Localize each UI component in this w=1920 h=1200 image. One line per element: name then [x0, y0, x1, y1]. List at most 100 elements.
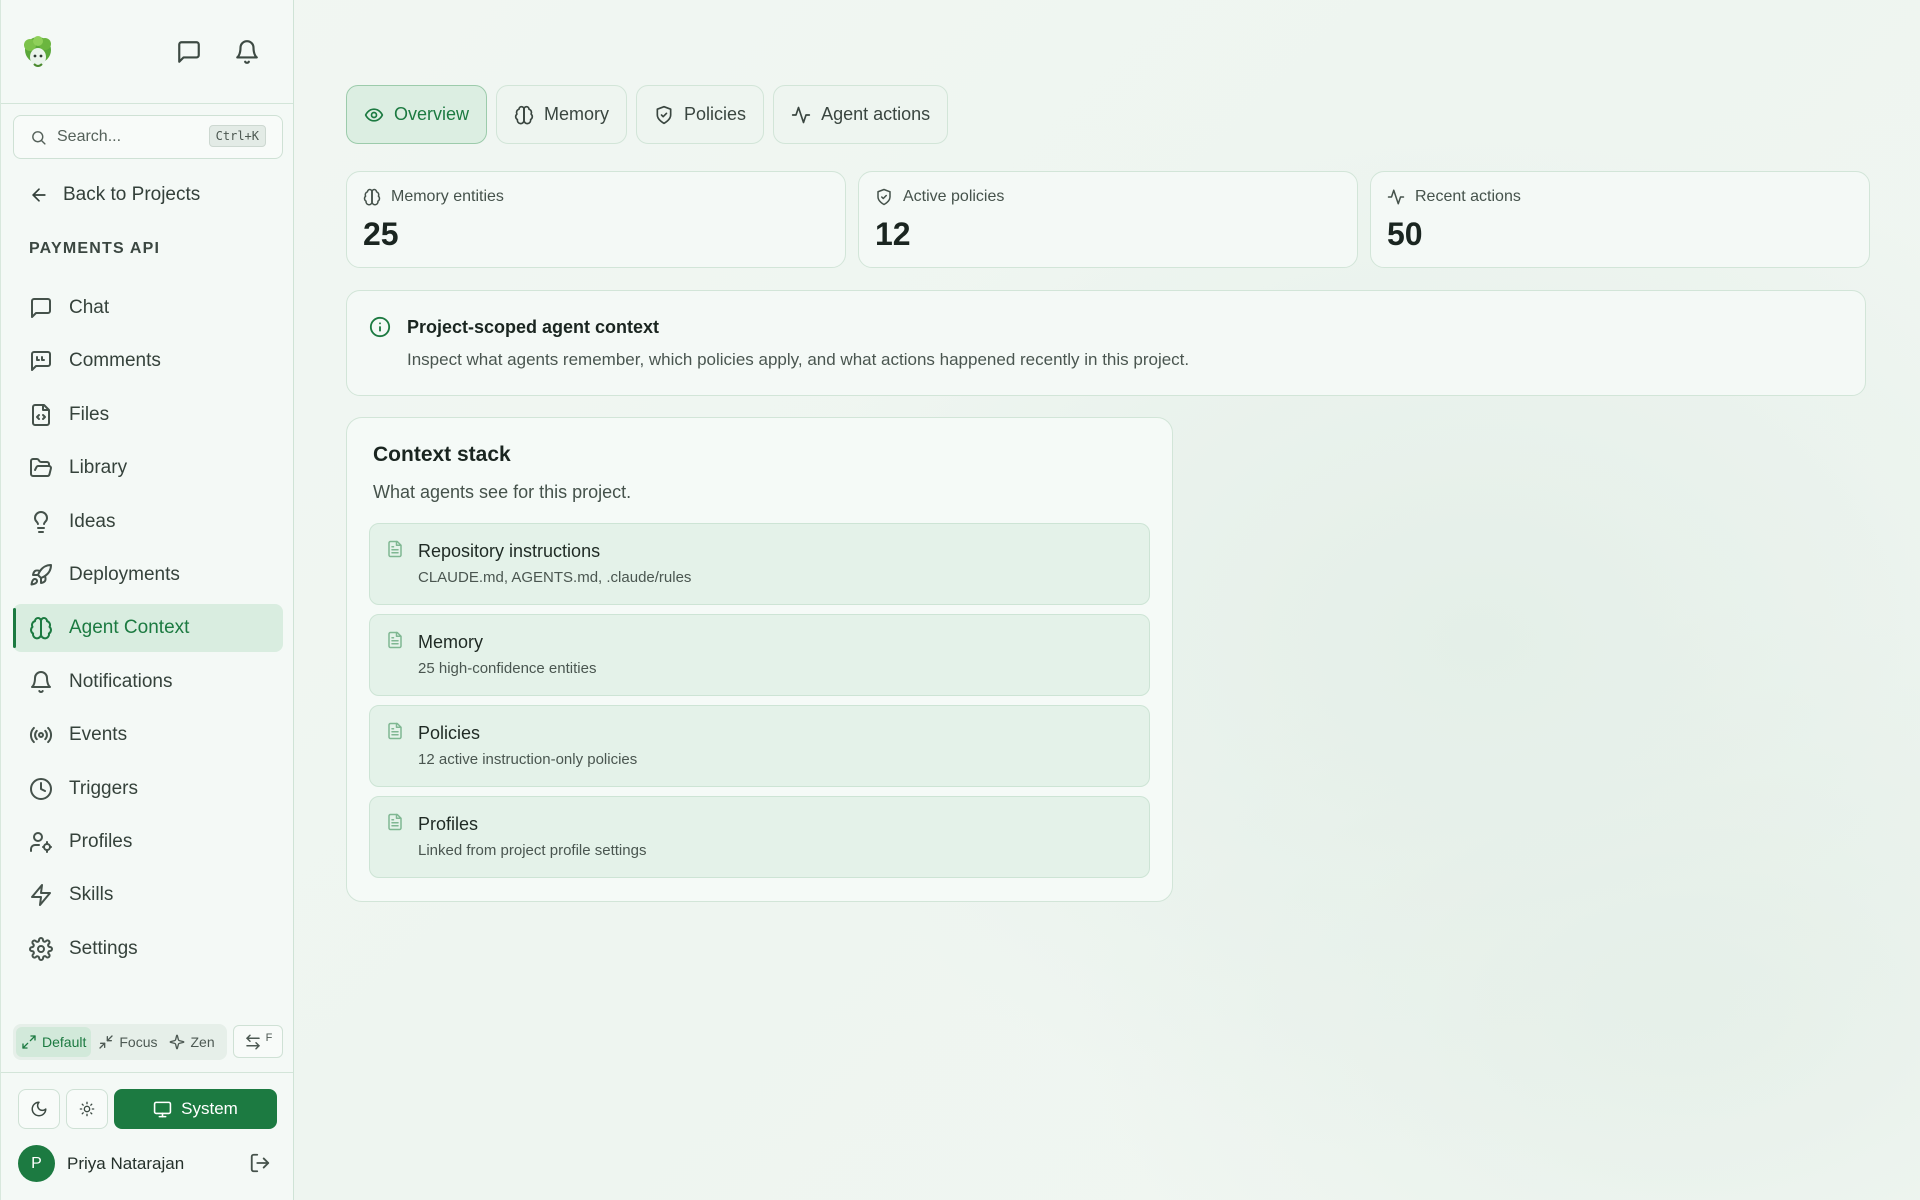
sidebar-item-library[interactable]: Library [13, 444, 283, 492]
back-to-projects-link[interactable]: Back to Projects [29, 184, 200, 206]
info-icon [369, 316, 391, 338]
context-item-detail: 12 active instruction-only policies [418, 751, 638, 768]
notifications-bell-icon[interactable] [234, 39, 260, 65]
activity-icon [1387, 188, 1405, 206]
shield-check-icon [654, 105, 674, 125]
stat-label: Memory entities [391, 188, 504, 205]
context-stack-title: Context stack [373, 443, 511, 466]
sidebar-item-comments[interactable]: Comments [13, 337, 283, 385]
expand-icon [21, 1034, 37, 1050]
stat-card-memory-entities: Memory entities 25 [346, 171, 846, 268]
info-banner: Project-scoped agent context Inspect wha… [346, 290, 1866, 396]
shield-check-icon [875, 188, 893, 206]
brain-icon [514, 105, 534, 125]
rocket-icon [29, 563, 53, 587]
sparkles-icon [169, 1034, 185, 1050]
stats-row: Memory entities 25 Active policies 12 Re… [346, 171, 1870, 268]
context-item-memory[interactable]: Memory 25 high-confidence entities [369, 614, 1150, 696]
mode-zen-button[interactable]: Zen [164, 1027, 219, 1057]
context-item-repository-instructions[interactable]: Repository instructions CLAUDE.md, AGENT… [369, 523, 1150, 605]
file-text-icon [386, 722, 404, 740]
shrink-icon [98, 1034, 114, 1050]
arrow-left-right-icon [244, 1033, 262, 1051]
mode-zen-label: Zen [190, 1034, 215, 1050]
context-item-detail: Linked from project profile settings [418, 842, 647, 859]
context-item-title: Repository instructions [418, 541, 601, 561]
logout-icon[interactable] [249, 1152, 271, 1174]
messages-icon[interactable] [176, 39, 202, 65]
stat-value: 50 [1387, 216, 1423, 252]
sidebar-item-label: Settings [69, 937, 138, 959]
context-stack-subtitle: What agents see for this project. [373, 482, 632, 502]
sidebar-item-chat[interactable]: Chat [13, 284, 283, 332]
folder-open-icon [29, 456, 53, 480]
search-icon [30, 129, 47, 146]
sidebar-item-profiles[interactable]: Profiles [13, 818, 283, 866]
bell-icon [29, 670, 53, 694]
app-logo[interactable] [21, 35, 55, 69]
swap-shortcut-key: F [265, 1031, 273, 1044]
project-name: PAYMENTS API [29, 240, 161, 257]
context-item-policies[interactable]: Policies 12 active instruction-only poli… [369, 705, 1150, 787]
dark-theme-button[interactable] [18, 1089, 60, 1129]
info-description: Inspect what agents remember, which poli… [407, 350, 1190, 369]
sidebar-item-files[interactable]: Files [13, 391, 283, 439]
arrow-left-icon [29, 185, 49, 205]
radio-icon [29, 723, 53, 747]
sidebar-item-events[interactable]: Events [13, 711, 283, 759]
sidebar-item-settings[interactable]: Settings [13, 925, 283, 973]
sidebar-item-label: Chat [69, 297, 110, 318]
context-tabs: Overview Memory Policies Agent actions [346, 85, 949, 144]
sun-icon [79, 1101, 95, 1117]
mode-focus-button[interactable]: Focus [93, 1027, 162, 1057]
brain-icon [363, 188, 381, 206]
sidebar-item-skills[interactable]: Skills [13, 871, 283, 919]
light-theme-button[interactable] [66, 1089, 108, 1129]
sidebar-nav: Chat Comments Files Library Ideas Deploy… [13, 284, 283, 978]
tab-agent-actions[interactable]: Agent actions [773, 85, 949, 144]
search-shortcut-badge: Ctrl+K [208, 125, 266, 147]
sidebar-item-label: Triggers [69, 777, 138, 799]
context-stack-list: Repository instructions CLAUDE.md, AGENT… [369, 523, 1150, 878]
file-text-icon [386, 540, 404, 558]
stat-value: 25 [363, 216, 399, 252]
swap-layout-button[interactable]: F [233, 1025, 283, 1058]
lightbulb-icon [29, 510, 53, 534]
system-theme-label: System [181, 1099, 238, 1118]
user-profile[interactable]: P Priya Natarajan [18, 1145, 184, 1182]
mode-default-button[interactable]: Default [16, 1027, 92, 1057]
context-item-profiles[interactable]: Profiles Linked from project profile set… [369, 796, 1150, 878]
tab-overview[interactable]: Overview [346, 85, 488, 144]
activity-icon [791, 105, 811, 125]
tab-label: Overview [394, 104, 470, 124]
context-item-detail: CLAUDE.md, AGENTS.md, .claude/rules [418, 569, 692, 586]
file-text-icon [386, 631, 404, 649]
back-label: Back to Projects [63, 184, 201, 205]
tab-label: Memory [544, 104, 610, 124]
sidebar-item-agent-context[interactable]: Agent Context [13, 604, 283, 653]
sidebar-item-label: Skills [69, 884, 114, 906]
stat-card-recent-actions: Recent actions 50 [1370, 171, 1870, 268]
sidebar-item-ideas[interactable]: Ideas [13, 498, 283, 546]
search-input[interactable]: Search... Ctrl+K [13, 115, 283, 159]
system-theme-button[interactable]: System [114, 1089, 277, 1129]
message-square-icon [29, 296, 53, 320]
tab-policies[interactable]: Policies [636, 85, 765, 144]
moon-icon [30, 1100, 48, 1118]
sidebar-item-label: Profiles [69, 830, 133, 852]
context-item-detail: 25 high-confidence entities [418, 660, 597, 677]
info-title: Project-scoped agent context [407, 317, 660, 337]
sidebar-item-triggers[interactable]: Triggers [13, 765, 283, 813]
search-placeholder: Search... [57, 128, 122, 145]
stat-label: Active policies [903, 188, 1005, 205]
eye-icon [364, 105, 384, 125]
file-code-icon [29, 403, 53, 427]
sidebar-item-notifications[interactable]: Notifications [13, 658, 283, 706]
sidebar-item-label: Agent Context [69, 617, 190, 639]
mode-focus-label: Focus [119, 1034, 158, 1050]
tab-memory[interactable]: Memory [496, 85, 628, 144]
sidebar-item-label: Library [69, 457, 128, 479]
sidebar-item-label: Comments [69, 350, 161, 372]
sidebar-item-deployments[interactable]: Deployments [13, 551, 283, 599]
zap-icon [29, 883, 53, 907]
